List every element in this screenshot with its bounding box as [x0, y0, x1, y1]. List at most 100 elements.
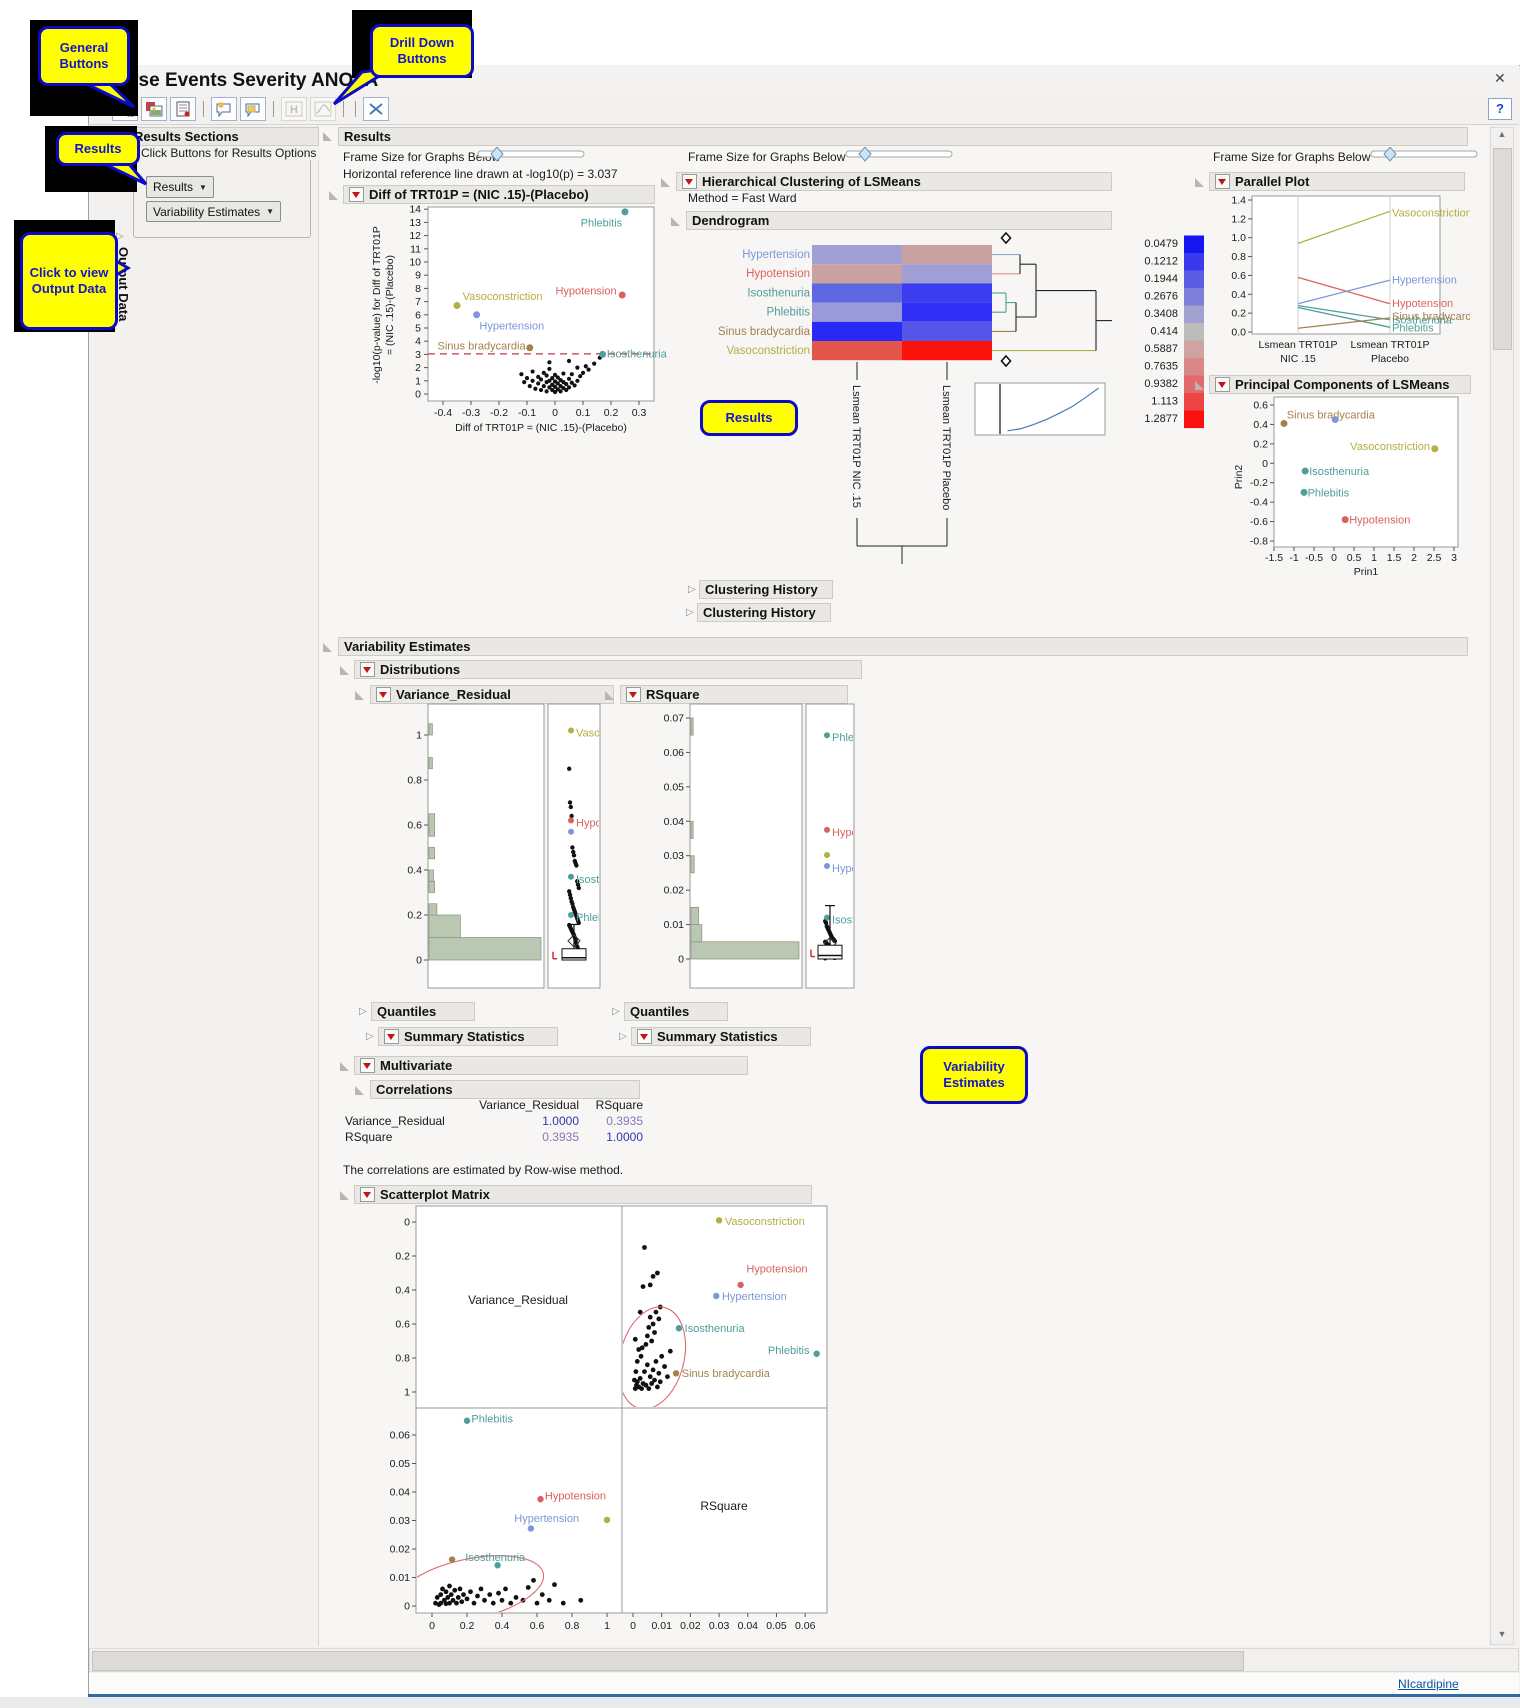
dendrogram-collapse-toggle[interactable]	[671, 217, 680, 226]
svg-text:Hypotension: Hypotension	[1349, 515, 1410, 527]
variance-residual-distribution[interactable]: 1 0.8 0.6 0.4 0.2 0 Vasoconstriction Hypotensio…	[388, 698, 606, 1000]
quantiles-header-1[interactable]: Quantiles	[371, 1002, 475, 1021]
svg-text:-0.2: -0.2	[490, 407, 508, 419]
multivariate-collapse-toggle[interactable]	[340, 1062, 349, 1071]
frame-size-slider-2[interactable]	[844, 147, 964, 162]
svg-text:10: 10	[409, 257, 421, 269]
frame-size-slider-1[interactable]	[476, 147, 596, 162]
svg-text:14: 14	[409, 204, 421, 216]
rsquare-distribution[interactable]: 0.07 0.06 0.05 0.04 0.03 0.02 0.01 0 Phlebitis Hy…	[638, 698, 860, 1000]
clustering-history-collapse-2[interactable]: ▷	[686, 607, 694, 618]
svg-text:0.06: 0.06	[795, 1620, 816, 1632]
svg-text:4: 4	[415, 336, 421, 348]
red-menu-icon[interactable]	[360, 1058, 375, 1073]
hclust-outline-header[interactable]: Hierarchical Clustering of LSMeans	[676, 172, 1112, 191]
pca-collapse-toggle[interactable]	[1195, 381, 1204, 390]
clustering-history-header-1[interactable]: Clustering History	[699, 580, 833, 599]
nicardipine-link[interactable]: NIcardipine	[1398, 1677, 1459, 1691]
svg-text:Prin1: Prin1	[1354, 566, 1379, 578]
toolbar-divider	[88, 124, 1519, 125]
note-icon[interactable]	[240, 97, 266, 121]
svg-text:1: 1	[604, 1620, 610, 1632]
svg-text:1.4: 1.4	[1231, 195, 1246, 207]
horizontal-scrollbar-thumb[interactable]	[92, 1651, 1244, 1671]
fit-group-icon[interactable]: H	[281, 97, 307, 121]
summary-statistics-header-2[interactable]: Summary Statistics	[631, 1027, 811, 1046]
svg-text:0: 0	[404, 1601, 410, 1613]
multivariate-outline-header[interactable]: Multivariate	[354, 1056, 748, 1075]
quantiles-collapse-2[interactable]: ▷	[612, 1006, 620, 1017]
scroll-down-icon[interactable]: ▼	[1490, 1629, 1514, 1639]
clustering-history-header-2[interactable]: Clustering History	[697, 603, 831, 622]
svg-text:0.03: 0.03	[390, 1515, 411, 1527]
svg-text:-0.4: -0.4	[434, 407, 452, 419]
save-image-icon[interactable]	[141, 97, 167, 121]
journal-icon[interactable]	[170, 97, 196, 121]
svg-text:Hypertension: Hypertension	[742, 249, 810, 261]
distributions-collapse-toggle[interactable]	[340, 666, 349, 675]
summary-collapse-2[interactable]: ▷	[619, 1031, 627, 1042]
vr-collapse-toggle[interactable]	[355, 691, 364, 700]
variability-outline-header[interactable]: Variability Estimates	[338, 637, 1468, 656]
svg-text:0.01: 0.01	[390, 1572, 411, 1584]
results-dropdown-button[interactable]: Results ▼	[146, 176, 214, 198]
correlations-outline-header[interactable]: Correlations	[370, 1080, 640, 1099]
results-collapse-toggle[interactable]	[323, 132, 332, 141]
clustering-history-collapse-1[interactable]: ▷	[688, 584, 696, 595]
pca-plot[interactable]: 0.6 0.4 0.2 0 -0.2 -0.4 -0.6 -0.8 -1.5 -1 -0.5 0 0.5…	[1208, 393, 1474, 587]
frame-size-slider-3[interactable]	[1369, 147, 1489, 162]
red-menu-icon[interactable]	[637, 1029, 652, 1044]
red-menu-icon[interactable]	[349, 187, 364, 202]
svg-text:0.4: 0.4	[395, 1285, 410, 1297]
chevron-down-icon: ▼	[199, 182, 207, 192]
diff-outline-header[interactable]: Diff of TRT01P = (NIC .15)-(Placebo)	[343, 185, 655, 204]
svg-text:Vasoconstriction: Vasoconstriction	[1350, 441, 1430, 453]
rsq-collapse-toggle[interactable]	[605, 691, 614, 700]
scatterplot-matrix[interactable]: Variance_Residual RSquare 1 0.8 0.6 0.4 0.2 0 0.…	[378, 1198, 852, 1646]
hclust-collapse-toggle[interactable]	[661, 178, 670, 187]
red-menu-icon[interactable]	[360, 662, 375, 677]
vertical-scrollbar-thumb[interactable]	[1493, 148, 1512, 350]
results-callout: Results	[56, 132, 140, 166]
svg-text:Vasoconstriction: Vasoconstriction	[726, 345, 810, 357]
svg-text:0.0: 0.0	[1231, 327, 1246, 339]
help-button[interactable]: ?	[1488, 98, 1512, 120]
variability-collapse-toggle[interactable]	[323, 643, 332, 652]
pca-outline-header[interactable]: Principal Components of LSMeans	[1209, 375, 1471, 394]
variability-estimates-dropdown-button[interactable]: Variability Estimates ▼	[146, 201, 282, 222]
toolbar-separator	[273, 101, 274, 117]
splom-collapse-toggle[interactable]	[340, 1191, 349, 1200]
svg-text:-0.8: -0.8	[1250, 535, 1268, 547]
quantiles-collapse-1[interactable]: ▷	[359, 1006, 367, 1017]
red-menu-icon[interactable]	[384, 1029, 399, 1044]
svg-text:0.04: 0.04	[390, 1487, 411, 1499]
quantiles-header-2[interactable]: Quantiles	[624, 1002, 728, 1021]
svg-text:0.6: 0.6	[395, 1319, 410, 1331]
red-menu-icon[interactable]	[360, 1187, 375, 1202]
diff-collapse-toggle[interactable]	[329, 191, 338, 200]
svg-text:Isosthenuria: Isosthenuria	[832, 915, 860, 927]
distributions-outline-header[interactable]: Distributions	[354, 660, 862, 679]
scroll-up-icon[interactable]: ▲	[1490, 129, 1514, 139]
svg-text:0.3: 0.3	[632, 407, 647, 419]
svg-text:0.04: 0.04	[738, 1620, 759, 1632]
results-outline-header[interactable]: Results	[338, 127, 1468, 146]
summary-collapse-1[interactable]: ▷	[366, 1031, 374, 1042]
vertical-scrollbar[interactable]	[1490, 127, 1514, 1645]
svg-text:Isosthenuria: Isosthenuria	[607, 348, 668, 360]
summary-statistics-header-1[interactable]: Summary Statistics	[378, 1027, 558, 1046]
red-menu-icon[interactable]	[1215, 174, 1230, 189]
results-sections-header[interactable]: Results Sections	[128, 127, 319, 146]
svg-text:0.01: 0.01	[664, 919, 685, 931]
red-menu-icon[interactable]	[682, 174, 697, 189]
parallel-plot[interactable]: 1.4 1.2 1.0 0.8 0.6 0.4 0.2 0.0 Vasoconstriction…	[1208, 188, 1470, 372]
correlations-collapse-toggle[interactable]	[355, 1086, 364, 1095]
parallel-collapse-toggle[interactable]	[1195, 178, 1204, 187]
desktop-strip	[0, 1697, 1520, 1708]
red-menu-icon[interactable]	[1215, 377, 1230, 392]
svg-text:0.4: 0.4	[1231, 289, 1246, 301]
close-icon[interactable]: ✕	[1494, 70, 1506, 87]
volcano-plot[interactable]: 14131211109876543210-0.4 -0.3 -0.2 -0.1 0 0.1…	[368, 203, 668, 443]
svg-text:Phlebitis: Phlebitis	[471, 1413, 513, 1425]
annotate-icon[interactable]	[211, 97, 237, 121]
